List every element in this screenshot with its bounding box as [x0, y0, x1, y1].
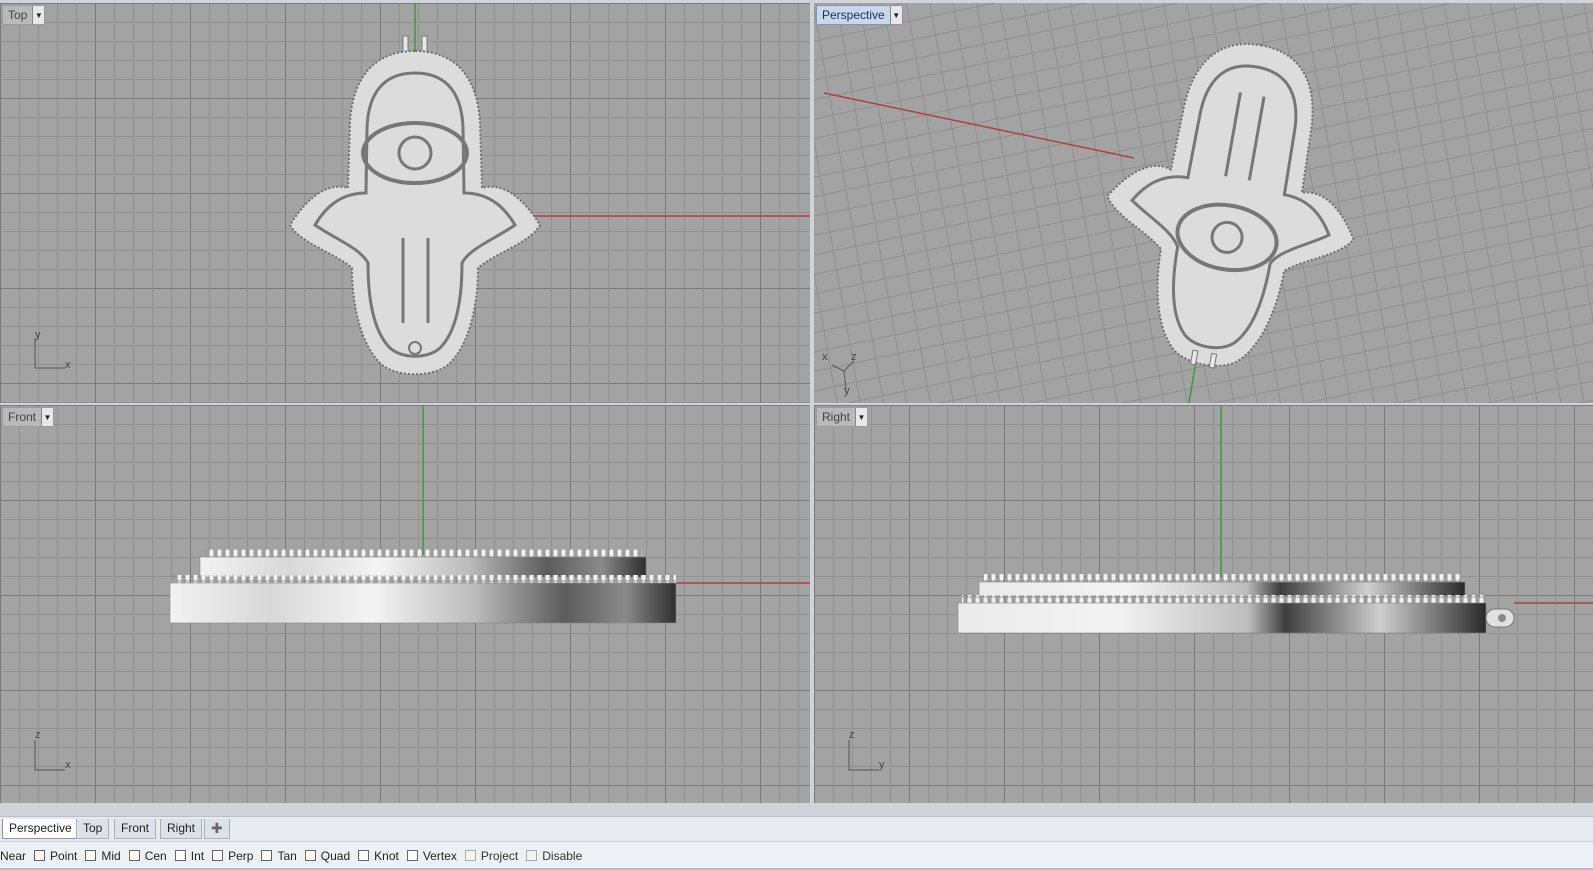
- axis-label-y: y: [844, 385, 850, 397]
- osnap-knot[interactable]: Knot: [358, 849, 399, 863]
- osnap-point-checkbox[interactable]: [34, 850, 46, 861]
- osnap-int[interactable]: Int: [174, 848, 205, 863]
- osnap-tan-label: Tan: [277, 848, 297, 863]
- viewport-right-title[interactable]: Right ▼: [816, 407, 869, 427]
- axis-label-x: x: [65, 359, 71, 371]
- viewport-right[interactable]: Right ▼ z y: [814, 405, 1593, 803]
- axis-label-z: z: [851, 351, 857, 363]
- hamsa-model-right: [957, 574, 1515, 634]
- top-view-scene: [288, 3, 810, 376]
- osnap-mid[interactable]: Mid: [85, 848, 121, 863]
- viewport-top-name: Top: [8, 8, 28, 22]
- osnap-quad-checkbox[interactable]: [304, 850, 316, 861]
- osnap-knot-checkbox[interactable]: [358, 850, 370, 861]
- osnap-tan[interactable]: Tan: [261, 848, 297, 863]
- axis-indicator-right: [848, 740, 879, 771]
- osnap-point[interactable]: Point: [34, 849, 77, 863]
- axis-label-z: z: [35, 729, 41, 741]
- osnap-project[interactable]: Project: [464, 848, 519, 863]
- osnap-near-label: Near: [0, 848, 27, 863]
- right-view-scene: [957, 405, 1593, 634]
- viewport-tabs: Perspective Top Front Right ✚: [0, 816, 1593, 841]
- osnap-perp-label: Perp: [228, 848, 254, 863]
- viewport-perspective-title[interactable]: Perspective ▼: [816, 5, 903, 25]
- hamsa-model-top: [288, 35, 542, 376]
- axis-label-z: z: [849, 729, 855, 741]
- viewport-area: Top ▼ y x Perspective ▼ x z y Front ▼ z …: [0, 0, 1593, 816]
- front-view-scene: [169, 405, 810, 624]
- viewport-top-title[interactable]: Top ▼: [2, 5, 46, 25]
- osnap-quad-label: Quad: [320, 848, 351, 863]
- axis-label-x: x: [822, 351, 828, 363]
- axis-label-x: x: [65, 759, 71, 771]
- osnap-mid-checkbox[interactable]: [85, 850, 97, 861]
- chevron-down-icon[interactable]: ▼: [41, 408, 54, 426]
- osnap-disable[interactable]: Disable: [526, 849, 582, 863]
- osnap-cen-checkbox[interactable]: [128, 850, 140, 861]
- osnap-tan-checkbox[interactable]: [261, 850, 273, 861]
- osnap-perp-checkbox[interactable]: [212, 850, 224, 861]
- osnap-disable-label: Disable: [542, 848, 583, 863]
- axis-label-y: y: [879, 759, 885, 771]
- axis-indicator-front: [34, 740, 65, 771]
- viewport-front[interactable]: Front ▼ z x: [0, 405, 810, 803]
- chevron-down-icon[interactable]: ▼: [889, 6, 902, 24]
- hamsa-model-front: [169, 549, 677, 624]
- chevron-down-icon[interactable]: ▼: [855, 408, 868, 426]
- tab-front[interactable]: Front: [114, 819, 157, 839]
- osnap-project-label: Project: [480, 848, 519, 863]
- hamsa-model-perspective: [1106, 43, 1355, 369]
- osnap-cen[interactable]: Cen: [128, 848, 167, 863]
- tab-right[interactable]: Right: [160, 819, 203, 839]
- viewport-perspective[interactable]: Perspective ▼ x z y: [814, 3, 1593, 403]
- tab-perspective[interactable]: Perspective: [2, 819, 79, 839]
- osnap-vertex-label: Vertex: [422, 848, 457, 863]
- add-tab-icon[interactable]: ✚: [204, 819, 230, 839]
- viewport-perspective-name: Perspective: [822, 8, 885, 22]
- osnap-quad[interactable]: Quad: [304, 848, 351, 863]
- viewport-front-name: Front: [8, 410, 37, 424]
- axis-label-y: y: [35, 329, 41, 341]
- osnap-near[interactable]: Near: [0, 849, 26, 863]
- osnap-project-checkbox[interactable]: [464, 850, 476, 861]
- tab-top[interactable]: Top: [76, 819, 110, 839]
- viewport-right-name: Right: [822, 410, 851, 424]
- osnap-int-checkbox[interactable]: [174, 850, 186, 861]
- osnap-knot-label: Knot: [374, 848, 399, 863]
- osnap-bar: Near Point Mid Cen Int Perp Tan Quad Kno…: [0, 841, 1593, 869]
- osnap-vertex[interactable]: Vertex: [406, 848, 457, 863]
- viewport-top[interactable]: Top ▼ y x: [0, 3, 810, 403]
- osnap-mid-label: Mid: [101, 848, 121, 863]
- perspective-view-scene: [823, 43, 1355, 403]
- osnap-cen-label: Cen: [144, 848, 167, 863]
- osnap-vertex-checkbox[interactable]: [406, 850, 418, 861]
- osnap-disable-checkbox[interactable]: [526, 850, 538, 861]
- osnap-point-label: Point: [50, 848, 78, 863]
- chevron-down-icon[interactable]: ▼: [32, 6, 45, 24]
- osnap-int-label: Int: [190, 848, 205, 863]
- osnap-perp[interactable]: Perp: [212, 849, 253, 863]
- viewport-front-title[interactable]: Front ▼: [2, 407, 55, 427]
